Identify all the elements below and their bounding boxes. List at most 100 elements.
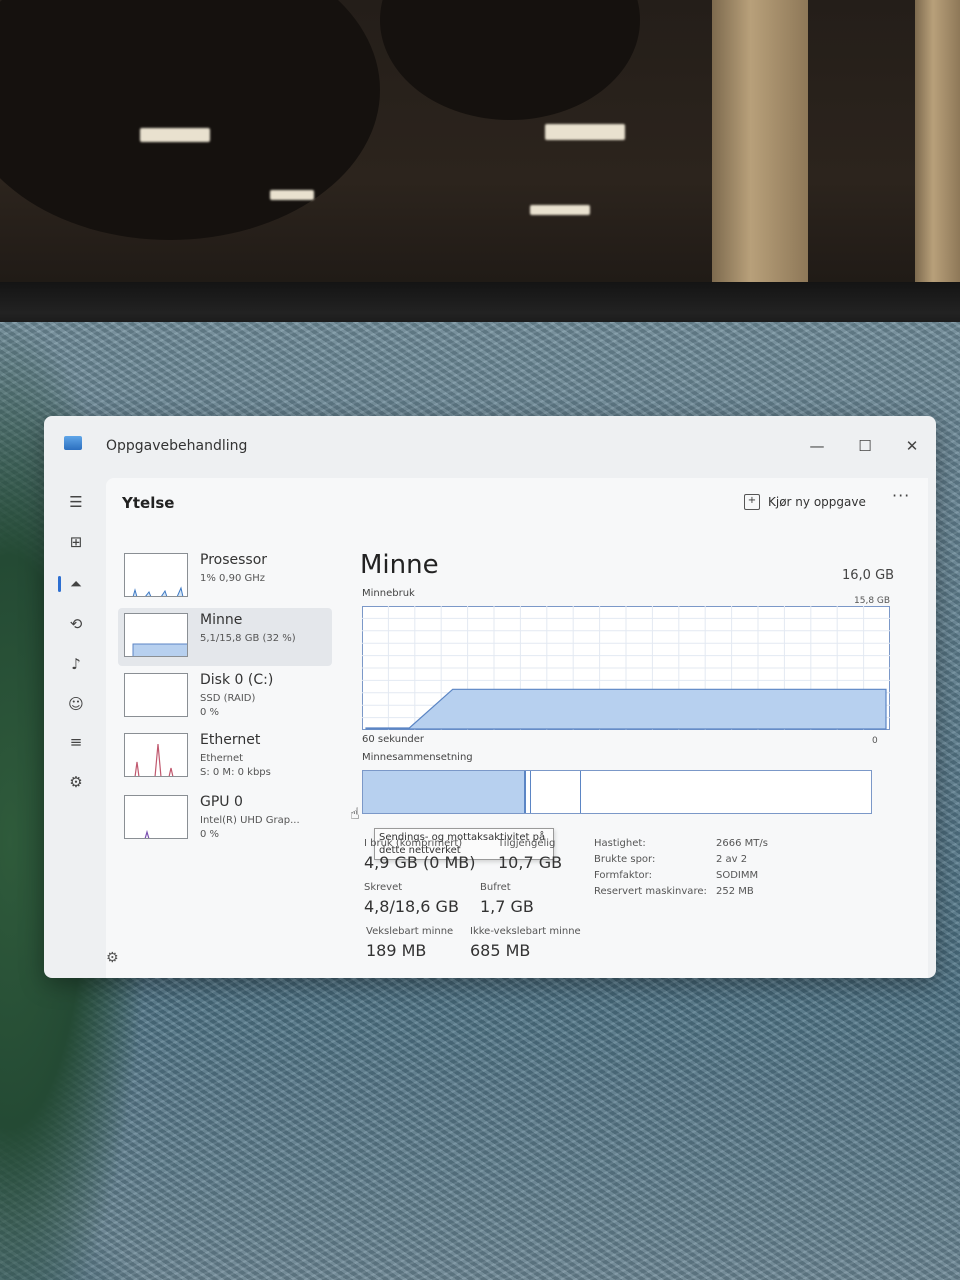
run-task-label: Kjør ny oppgave [768,495,866,509]
device-disk[interactable]: Disk 0 (C:) SSD (RAID) 0 % [118,668,332,726]
run-new-task-button[interactable]: + Kjør ny oppgave [744,488,866,516]
memory-composition-bar [362,770,872,814]
device-detail-line: Intel(R) UHD Grap... [200,815,300,826]
chart-time-zero: 0 [872,736,878,746]
ethernet-thumbnail-chart [124,733,188,777]
monitor-bezel [0,282,960,326]
device-gpu[interactable]: GPU 0 Intel(R) UHD Grap... 0 % [118,790,332,848]
device-name: Ethernet [200,732,261,748]
hamburger-menu-icon[interactable]: ☰ [64,490,88,514]
window-title: Oppgavebehandling [106,438,248,454]
stat-available: Tilgjengelig 10,7 GB [498,838,562,872]
memory-usage-max: 15,8 GB [854,596,891,606]
memory-composition-label: Minnesammensetning [362,752,473,763]
office-background [0,0,960,300]
stat-label: Skrevet [364,882,403,893]
door-frame [915,0,960,282]
processor-thumbnail-chart [124,553,188,597]
processor-thumbnail-graph [132,586,184,596]
shadow [0,0,380,240]
ceiling-light [140,128,210,142]
spec-value: 2666 MT/s [716,838,768,849]
ceiling-light [530,205,590,215]
stat-label: I bruk (komprimert) [364,838,463,849]
minimize-button[interactable]: — [802,434,832,458]
stat-label: Bufret [480,882,511,893]
spec-label: Hastighet: [594,838,646,849]
gpu-thumbnail-graph [144,829,150,838]
spec-label: Formfaktor: [594,870,652,881]
services-icon[interactable]: ⚙ [64,770,88,794]
gpu-thumbnail-chart [124,795,188,839]
stat-value: 189 MB [366,941,427,960]
door-frame [712,0,808,282]
spec-label: Reservert maskinvare: [594,886,707,897]
spec-label: Brukte spor: [594,854,656,865]
close-button[interactable]: ✕ [897,434,927,458]
memory-title: Minne [360,550,439,580]
stat-paged-pool: Vekslebart minne 189 MB [366,926,453,960]
task-manager-window: Oppgavebehandling — ☐ ✕ ☰ ⊞ ⏶ ⟲ ♪ ☺ ≡ ⚙ … [44,416,936,978]
maximize-button[interactable]: ☐ [850,434,880,458]
app-history-icon[interactable]: ⟲ [64,612,88,636]
stat-value: 1,7 GB [480,897,534,916]
startup-apps-icon[interactable]: ♪ [64,652,88,676]
device-detail-line: 0 % [200,707,220,718]
stat-value: 4,9 GB (0 MB) [364,853,476,872]
details-icon[interactable]: ≡ [64,730,88,754]
chart-time-label: 60 sekunder [362,734,425,745]
device-memory[interactable]: Minne 5,1/15,8 GB (32 %) [118,608,332,666]
hand-cursor-icon: ☝ [350,804,360,823]
device-detail: Ethernet S: 0 M: 0 kbps [200,752,271,780]
spec-value: 252 MB [716,886,754,897]
page-title: Ytelse [122,494,175,512]
memory-total: 16,0 GB [842,568,895,583]
device-name: GPU 0 [200,794,243,810]
memory-usage-chart [362,606,890,730]
performance-icon[interactable]: ⏶ [58,572,88,596]
memory-thumbnail-chart [124,613,188,657]
memory-usage-label: Minnebruk [362,588,415,599]
ceiling-light [545,124,625,140]
device-detail: 1% 0,90 GHz [200,573,266,584]
spec-value: 2 av 2 [716,854,748,865]
device-detail: SSD (RAID) 0 % [200,692,255,720]
device-detail-line: Ethernet [200,753,244,764]
users-icon[interactable]: ☺ [64,692,88,716]
shadow [380,0,640,120]
ethernet-thumbnail-graph [134,743,174,776]
memory-thumbnail-graph [132,643,187,656]
device-processor[interactable]: Prosessor 1% 0,90 GHz [118,548,332,606]
composition-standby [531,771,582,813]
stat-label: Vekslebart minne [366,926,454,937]
stat-non-paged-pool: Ikke-vekslebart minne 685 MB [470,926,581,960]
task-manager-icon [64,436,82,450]
stat-committed: Skrevet 4,8/18,6 GB [364,882,459,916]
more-options-button[interactable]: ··· [892,486,910,505]
stat-in-use: I bruk (komprimert) 4,9 GB (0 MB) [364,838,476,872]
stat-label: Ikke-vekslebart minne [470,926,581,937]
stat-value: 685 MB [470,941,531,960]
device-name: Minne [200,612,243,628]
run-task-icon: + [744,494,760,510]
navigation-rail: ☰ ⊞ ⏶ ⟲ ♪ ☺ ≡ ⚙ [44,476,106,978]
stat-value: 4,8/18,6 GB [364,897,459,916]
device-ethernet[interactable]: Ethernet Ethernet S: 0 M: 0 kbps [118,728,332,786]
composition-in-use [363,771,526,813]
device-name: Prosessor [200,552,268,568]
stat-label: Tilgjengelig [498,838,556,849]
settings-gear-icon[interactable]: ⚙ [106,950,119,966]
device-name: Disk 0 (C:) [200,672,274,688]
stat-cached: Bufret 1,7 GB [480,882,534,916]
device-detail: Intel(R) UHD Grap... 0 % [200,814,300,842]
processes-icon[interactable]: ⊞ [64,530,88,554]
stat-value: 10,7 GB [498,853,563,872]
device-detail-line: SSD (RAID) [200,693,256,704]
device-detail: 5,1/15,8 GB (32 %) [200,633,296,644]
spec-value: SODIMM [716,870,759,881]
ceiling-light [270,190,314,200]
title-bar[interactable]: Oppgavebehandling — ☐ ✕ [44,416,936,476]
device-detail-line: 0 % [200,829,220,840]
device-detail-line: S: 0 M: 0 kbps [200,767,271,778]
performance-page: Ytelse + Kjør ny oppgave ··· Prosessor 1… [106,478,928,978]
